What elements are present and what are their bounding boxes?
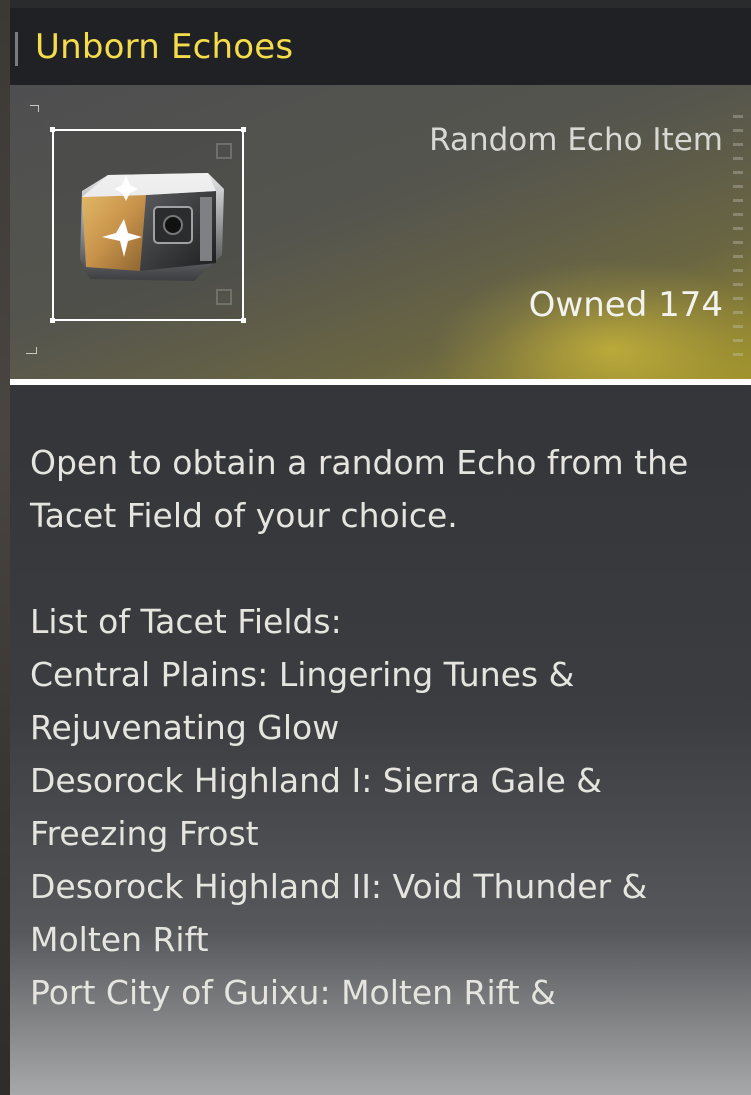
description-line: Open to obtain a random Echo from the xyxy=(30,443,689,482)
item-type-label: Random Echo Item xyxy=(429,122,723,158)
title-bar: Unborn Echoes xyxy=(10,8,751,85)
rarity-glyph-icon xyxy=(216,289,232,305)
frame-corner-dot xyxy=(50,127,55,132)
list-item: Desorock Highland I: Sierra Gale & xyxy=(30,761,602,800)
frame-corner-dot xyxy=(50,318,55,323)
echo-chest-icon xyxy=(80,173,224,281)
list-item: Freezing Frost xyxy=(30,814,259,853)
header-divider xyxy=(10,379,751,385)
item-icon-frame xyxy=(50,127,246,323)
list-item: Central Plains: Lingering Tunes & xyxy=(30,655,575,694)
frame-corner-dot xyxy=(241,318,246,323)
background-strip xyxy=(0,0,10,1095)
decorative-dots xyxy=(733,115,743,365)
item-detail-panel: Unborn Echoes Random Echo Item Owned 174… xyxy=(10,8,751,1095)
rarity-glyph-icon xyxy=(216,143,232,159)
list-item: Port City of Guixu: Molten Rift & xyxy=(30,973,556,1012)
frame-corner-dot xyxy=(241,127,246,132)
owned-count: Owned 174 xyxy=(528,285,723,325)
corner-mark-bottom-left xyxy=(26,347,37,354)
corner-mark-top-left xyxy=(30,105,39,112)
item-title: Unborn Echoes xyxy=(35,27,294,67)
title-accent-bar xyxy=(15,32,18,66)
item-header: Random Echo Item Owned 174 xyxy=(10,85,751,379)
description-line: Tacet Field of your choice. xyxy=(30,496,458,535)
list-item: Rejuvenating Glow xyxy=(30,708,340,747)
item-description[interactable]: Open to obtain a random Echo from the Ta… xyxy=(30,436,735,1019)
list-item: Molten Rift xyxy=(30,920,209,959)
list-item: Desorock Highland II: Void Thunder & xyxy=(30,867,648,906)
list-heading: List of Tacet Fields: xyxy=(30,602,342,641)
